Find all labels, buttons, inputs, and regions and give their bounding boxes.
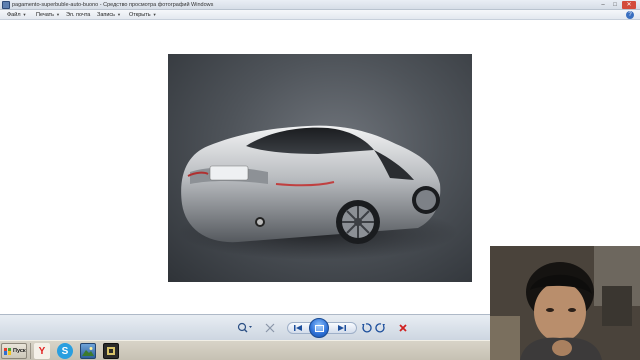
- rotate-ccw-icon: [362, 323, 372, 333]
- zoom-icon: [237, 322, 252, 333]
- windows-logo-icon: [4, 347, 11, 355]
- film-icon: [107, 347, 115, 355]
- menu-file[interactable]: Файл ▼: [7, 10, 27, 20]
- next-icon: [338, 325, 346, 331]
- slideshow-button[interactable]: [309, 318, 329, 338]
- webcam-person-image: [490, 246, 640, 360]
- yandex-icon[interactable]: Y: [34, 343, 50, 359]
- chevron-down-icon: ▼: [56, 12, 60, 17]
- car-photo: [168, 54, 472, 282]
- previous-button[interactable]: [292, 322, 304, 334]
- rotate-cw-icon: [375, 323, 385, 333]
- menu-email-label: Эл. почта: [66, 12, 91, 18]
- window-controls: – □ ✕: [598, 1, 636, 9]
- menu-print-label: Печать: [36, 12, 55, 18]
- zoom-button[interactable]: [236, 322, 254, 334]
- menu-burn-label: Запись: [97, 12, 116, 18]
- menu-file-label: Файл: [7, 12, 21, 18]
- menu-bar: Файл ▼ Печать ▼ Эл. почта Запись ▼ Открыть ▼…: [0, 10, 640, 20]
- previous-icon: [294, 325, 302, 331]
- rotate-ccw-button[interactable]: [360, 322, 372, 334]
- menu-open[interactable]: Открыть ▼: [129, 10, 157, 20]
- landscape-icon: [82, 347, 94, 356]
- photo-viewer-icon[interactable]: [80, 343, 96, 359]
- title-bar: pagamento-superbuble-auto-buono - Средст…: [0, 0, 640, 10]
- chevron-down-icon: ▼: [152, 12, 157, 17]
- media-icon[interactable]: [103, 343, 119, 359]
- chevron-down-icon: ▼: [22, 12, 27, 17]
- menu-open-label: Открыть: [129, 12, 151, 18]
- menu-email[interactable]: Эл. почта: [66, 10, 90, 20]
- skype-icon[interactable]: S: [57, 343, 73, 359]
- next-button[interactable]: [336, 322, 348, 334]
- delete-icon: [399, 324, 407, 332]
- app-icon: [2, 1, 10, 9]
- start-button[interactable]: Пуск: [1, 343, 27, 359]
- webcam-overlay: [490, 246, 640, 360]
- window-title: pagamento-superbuble-auto-buono - Средст…: [12, 2, 214, 8]
- car-illustration: [178, 125, 458, 260]
- help-icon[interactable]: ?: [626, 11, 634, 19]
- actual-size-button[interactable]: [264, 322, 276, 334]
- chevron-down-icon: ▼: [117, 12, 122, 17]
- start-label: Пуск: [13, 348, 26, 354]
- actual-size-icon: [265, 323, 275, 333]
- menu-print[interactable]: Печать ▼: [36, 10, 60, 20]
- menu-burn[interactable]: Запись ▼: [97, 10, 121, 20]
- maximize-button[interactable]: □: [610, 1, 620, 9]
- delete-button[interactable]: [397, 322, 409, 334]
- slideshow-icon: [314, 324, 324, 332]
- close-button[interactable]: ✕: [622, 1, 636, 9]
- rotate-cw-button[interactable]: [375, 322, 387, 334]
- taskbar-separator: [30, 343, 31, 359]
- minimize-button[interactable]: –: [598, 1, 608, 9]
